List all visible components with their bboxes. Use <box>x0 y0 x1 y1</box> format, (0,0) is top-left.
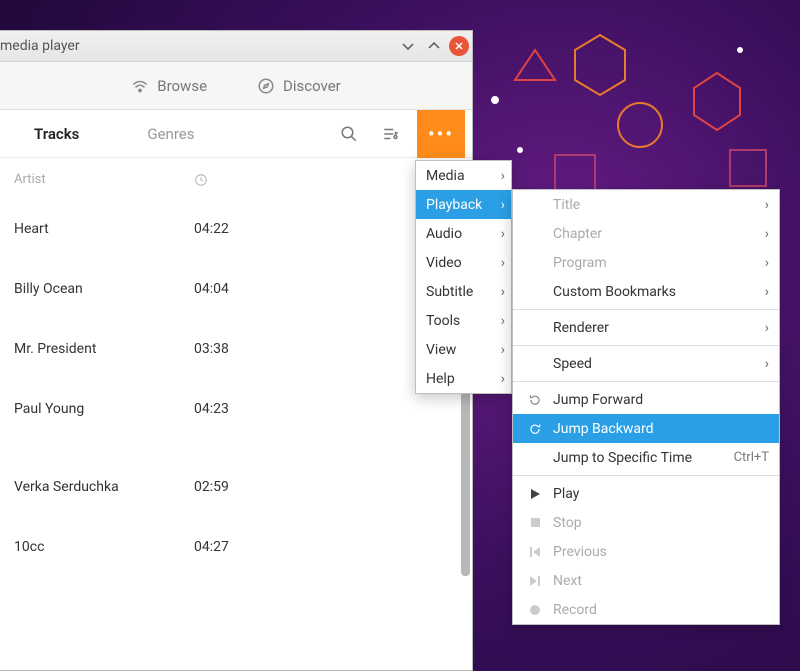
submenu-speed[interactable]: Speed› <box>513 349 779 378</box>
tracklist: Heart 04:22 Billy Ocean 04:04 Mr. Presid… <box>0 201 472 569</box>
ellipsis-icon: ••• <box>428 122 454 146</box>
separator <box>513 381 779 382</box>
queue-button[interactable] <box>375 118 407 150</box>
chevron-right-icon: › <box>501 197 505 213</box>
nav-discover-label: Discover <box>283 77 341 95</box>
track-duration: 04:27 <box>194 539 254 555</box>
column-duration[interactable] <box>194 172 254 187</box>
play-icon <box>527 488 543 500</box>
track-duration: 03:38 <box>194 341 254 357</box>
record-icon <box>527 604 543 616</box>
track-duration: 04:04 <box>194 281 254 297</box>
previous-icon <box>527 546 543 558</box>
track-row[interactable]: 10cc 04:27 <box>14 509 467 569</box>
tracklist-header: Artist <box>0 158 472 201</box>
chevron-right-icon: › <box>501 371 505 387</box>
submenu-program: Program› <box>513 248 779 277</box>
track-artist: Mr. President <box>14 341 194 357</box>
separator <box>513 309 779 310</box>
menu-help[interactable]: Help› <box>416 364 511 393</box>
chevron-right-icon: › <box>765 356 769 372</box>
next-icon <box>527 575 543 587</box>
chevron-right-icon: › <box>501 284 505 300</box>
chevron-right-icon: › <box>501 168 505 184</box>
menu-view[interactable]: View› <box>416 335 511 364</box>
submenu-previous: Previous <box>513 537 779 566</box>
window-title: media player <box>0 38 80 54</box>
column-artist[interactable]: Artist <box>14 172 194 187</box>
menu-audio[interactable]: Audio› <box>416 219 511 248</box>
track-row[interactable]: Billy Ocean 04:04 <box>14 251 467 311</box>
playback-submenu: Title› Chapter› Program› Custom Bookmark… <box>512 189 780 625</box>
track-artist: Billy Ocean <box>14 281 194 297</box>
jump-backward-icon <box>527 422 543 436</box>
wifi-icon <box>131 77 149 95</box>
nav-browse-label: Browse <box>157 77 207 95</box>
track-artist: 10cc <box>14 539 194 555</box>
submenu-play[interactable]: Play <box>513 479 779 508</box>
submenu-record: Record <box>513 595 779 624</box>
chevron-right-icon: › <box>765 226 769 242</box>
menu-playback[interactable]: Playback› <box>416 190 511 219</box>
chevron-right-icon: › <box>765 255 769 271</box>
track-duration: 02:59 <box>194 479 254 495</box>
chevron-right-icon: › <box>765 284 769 300</box>
close-button[interactable] <box>449 36 469 56</box>
submenu-renderer[interactable]: Renderer› <box>513 313 779 342</box>
playlist-icon <box>382 125 400 143</box>
chevron-right-icon: › <box>765 320 769 336</box>
nav-browse[interactable]: Browse <box>131 77 207 95</box>
submenu-stop: Stop <box>513 508 779 537</box>
chevron-right-icon: › <box>501 342 505 358</box>
compass-icon <box>257 77 275 95</box>
track-duration: 04:23 <box>194 401 254 417</box>
track-artist: Verka Serduchka <box>14 479 194 495</box>
minimize-button[interactable] <box>397 35 419 57</box>
search-icon <box>340 125 358 143</box>
submenu-jump-specific[interactable]: Jump to Specific Time Ctrl+T <box>513 443 779 472</box>
tab-genres[interactable]: Genres <box>113 110 228 157</box>
media-player-window: media player Browse Discover Tracks Genr… <box>0 30 473 671</box>
menu-video[interactable]: Video› <box>416 248 511 277</box>
track-duration: 04:22 <box>194 221 254 237</box>
search-button[interactable] <box>333 118 365 150</box>
maximize-button[interactable] <box>423 35 445 57</box>
accelerator: Ctrl+T <box>734 450 769 465</box>
menu-media[interactable]: Media› <box>416 161 511 190</box>
stop-icon <box>527 517 543 528</box>
chevron-right-icon: › <box>501 255 505 271</box>
submenu-jump-forward[interactable]: Jump Forward <box>513 385 779 414</box>
main-menu: Media› Playback› Audio› Video› Subtitle›… <box>415 160 512 394</box>
track-artist: Paul Young <box>14 401 194 417</box>
submenu-title: Title› <box>513 190 779 219</box>
submenu-chapter: Chapter› <box>513 219 779 248</box>
clock-icon <box>194 173 208 187</box>
submenu-next: Next <box>513 566 779 595</box>
track-artist: Heart <box>14 221 194 237</box>
track-row[interactable]: Mr. President 03:38 <box>14 311 467 371</box>
submenu-custom-bookmarks[interactable]: Custom Bookmarks› <box>513 277 779 306</box>
tabbar: Tracks Genres ••• <box>0 110 472 158</box>
track-row[interactable]: Verka Serduchka 02:59 <box>14 431 467 509</box>
separator <box>513 475 779 476</box>
scrollbar-thumb[interactable] <box>461 366 470 576</box>
chevron-right-icon: › <box>501 226 505 242</box>
track-row[interactable]: Heart 04:22 <box>14 201 467 251</box>
chevron-right-icon: › <box>501 313 505 329</box>
tab-tracks[interactable]: Tracks <box>0 110 113 157</box>
jump-forward-icon <box>527 393 543 407</box>
separator <box>513 345 779 346</box>
menu-tools[interactable]: Tools› <box>416 306 511 335</box>
titlebar[interactable]: media player <box>0 31 472 62</box>
nav-discover[interactable]: Discover <box>257 77 341 95</box>
submenu-jump-backward[interactable]: Jump Backward <box>513 414 779 443</box>
chevron-right-icon: › <box>765 197 769 213</box>
track-row[interactable]: Paul Young 04:23 <box>14 371 467 431</box>
more-menu-button[interactable]: ••• <box>417 110 465 158</box>
top-nav: Browse Discover <box>0 62 472 110</box>
menu-subtitle[interactable]: Subtitle› <box>416 277 511 306</box>
